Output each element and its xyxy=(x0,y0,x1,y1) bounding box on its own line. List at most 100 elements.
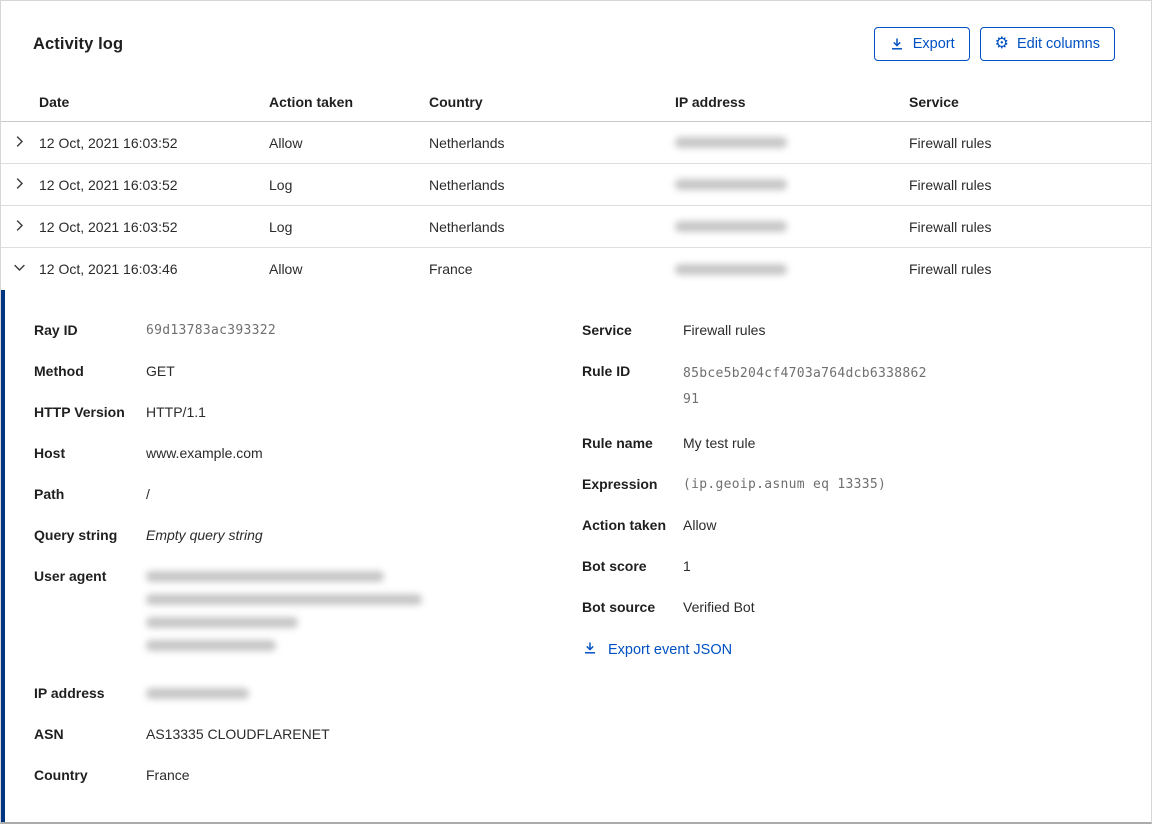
activity-log-panel: Activity log Export ⚙ Edit columns Date … xyxy=(0,0,1152,824)
field-label: Bot source xyxy=(582,599,656,615)
date-cell: 12 Oct, 2021 16:03:52 xyxy=(39,218,178,235)
redacted-ip-blur xyxy=(675,137,787,148)
expand-row-button[interactable] xyxy=(1,176,39,194)
field-value: France xyxy=(146,767,190,783)
field-label: User agent xyxy=(34,568,107,584)
redacted-ip-blur xyxy=(675,179,787,190)
service-cell: Firewall rules xyxy=(909,261,992,277)
field-label: Rule name xyxy=(582,435,653,451)
field-label: HTTP Version xyxy=(34,404,125,420)
date-cell: 12 Oct, 2021 16:03:52 xyxy=(39,134,178,151)
field-value: 69d13783ac393322 xyxy=(146,323,277,338)
chevron-right-icon xyxy=(12,134,27,152)
field-user-agent: User agent xyxy=(34,566,582,663)
column-header-ip-address[interactable]: IP address xyxy=(675,94,909,110)
chevron-right-icon xyxy=(12,218,27,236)
service-cell: Firewall rules xyxy=(909,176,992,193)
export-button[interactable]: Export xyxy=(873,27,970,61)
service-cell: Firewall rules xyxy=(909,218,992,235)
field-value: / xyxy=(146,486,150,502)
field-bot-score: Bot score 1 xyxy=(582,556,1115,577)
field-label: Method xyxy=(34,363,84,379)
field-value: Firewall rules xyxy=(683,322,766,338)
field-country: Country France xyxy=(34,765,582,786)
chevron-right-icon xyxy=(12,176,27,194)
field-action-taken: Action taken Allow xyxy=(582,515,1115,536)
table-row[interactable]: 12 Oct, 2021 16:03:52 Log Netherlands Fi… xyxy=(1,206,1151,248)
field-label: Host xyxy=(34,445,66,461)
ip-address-cell xyxy=(675,263,909,275)
table-header-row: Date Action taken Country IP address Ser… xyxy=(1,83,1151,122)
action-taken-cell: Log xyxy=(269,176,293,193)
edit-columns-button[interactable]: ⚙ Edit columns xyxy=(979,27,1115,61)
download-icon xyxy=(582,640,598,660)
redaction-line xyxy=(146,617,298,628)
field-value: 1 xyxy=(683,558,691,574)
service-cell: Firewall rules xyxy=(909,134,992,151)
column-header-service[interactable]: Service xyxy=(909,94,1151,110)
field-label: Service xyxy=(582,322,632,338)
field-host: Host www.example.com xyxy=(34,443,582,464)
field-service: Service Firewall rules xyxy=(582,320,1115,341)
field-value: My test rule xyxy=(683,435,756,451)
field-expression: Expression (ip.geoip.asnum eq 13335) xyxy=(582,474,1115,495)
table-row[interactable]: 12 Oct, 2021 16:03:52 Log Netherlands Fi… xyxy=(1,164,1151,206)
field-http-version: HTTP Version HTTP/1.1 xyxy=(34,402,582,423)
field-value: AS13335 CLOUDFLARENET xyxy=(146,726,330,742)
date-cell: 12 Oct, 2021 16:03:52 xyxy=(39,176,178,193)
edit-columns-button-label: Edit columns xyxy=(1016,36,1100,52)
field-asn: ASN AS13335 CLOUDFLARENET xyxy=(34,724,582,745)
ip-address-cell xyxy=(675,221,909,232)
redacted-ip-blur xyxy=(146,683,249,704)
redaction-line xyxy=(146,594,422,605)
field-ray-id: Ray ID 69d13783ac393322 xyxy=(34,320,582,341)
detail-column-right: Service Firewall rules Rule ID 85bce5b20… xyxy=(582,320,1115,822)
event-detail-panel: Ray ID 69d13783ac393322 Method GET HTTP … xyxy=(1,290,1151,822)
table-row-expanded[interactable]: 12 Oct, 2021 16:03:46 Allow France Firew… xyxy=(1,248,1151,290)
chevron-down-icon xyxy=(12,260,27,278)
field-value: GET xyxy=(146,363,175,379)
country-cell: France xyxy=(429,261,473,277)
column-header-action-taken[interactable]: Action taken xyxy=(269,94,429,110)
field-label: Query string xyxy=(34,527,118,543)
field-value: Empty query string xyxy=(146,527,263,543)
field-label: Rule ID xyxy=(582,363,631,379)
detail-column-left: Ray ID 69d13783ac393322 Method GET HTTP … xyxy=(34,320,582,822)
field-value: (ip.geoip.asnum eq 13335) xyxy=(683,477,887,492)
page-title: Activity log xyxy=(33,34,124,53)
export-button-label: Export xyxy=(912,36,955,52)
download-icon xyxy=(889,36,905,52)
expand-row-button[interactable] xyxy=(1,134,39,152)
field-rule-name: Rule name My test rule xyxy=(582,433,1115,454)
column-header-country[interactable]: Country xyxy=(429,94,675,110)
action-taken-cell: Allow xyxy=(269,134,303,151)
redacted-ip-blur xyxy=(675,263,787,275)
field-value: Verified Bot xyxy=(683,599,755,615)
field-label: Bot score xyxy=(582,558,647,574)
field-label: IP address xyxy=(34,685,105,701)
field-label: Ray ID xyxy=(34,322,78,338)
field-label: Path xyxy=(34,486,65,502)
field-ip-address: IP address xyxy=(34,683,582,704)
action-taken-cell: Log xyxy=(269,218,293,235)
expand-row-button[interactable] xyxy=(1,218,39,236)
export-event-json-link[interactable]: Export event JSON xyxy=(582,640,732,660)
field-query-string: Query string Empty query string xyxy=(34,525,582,546)
table-row[interactable]: 12 Oct, 2021 16:03:52 Allow Netherlands … xyxy=(1,122,1151,164)
redaction-line xyxy=(146,640,276,651)
country-cell: Netherlands xyxy=(429,134,505,151)
ip-address-cell xyxy=(675,179,909,190)
field-label: Action taken xyxy=(582,517,667,533)
field-value: Allow xyxy=(683,517,717,533)
field-value: www.example.com xyxy=(146,445,263,461)
collapse-row-button[interactable] xyxy=(1,260,39,278)
ip-address-cell xyxy=(675,137,909,148)
field-label: Country xyxy=(34,767,88,783)
export-event-json-label: Export event JSON xyxy=(608,642,733,658)
redacted-ip-blur xyxy=(675,221,787,232)
field-value: 85bce5b204cf4703a764dcb633886291 xyxy=(683,366,927,407)
column-header-date[interactable]: Date xyxy=(39,94,269,110)
gear-icon: ⚙ xyxy=(994,35,1009,52)
field-bot-source: Bot source Verified Bot xyxy=(582,597,1115,618)
header-actions: Export ⚙ Edit columns xyxy=(873,27,1115,61)
